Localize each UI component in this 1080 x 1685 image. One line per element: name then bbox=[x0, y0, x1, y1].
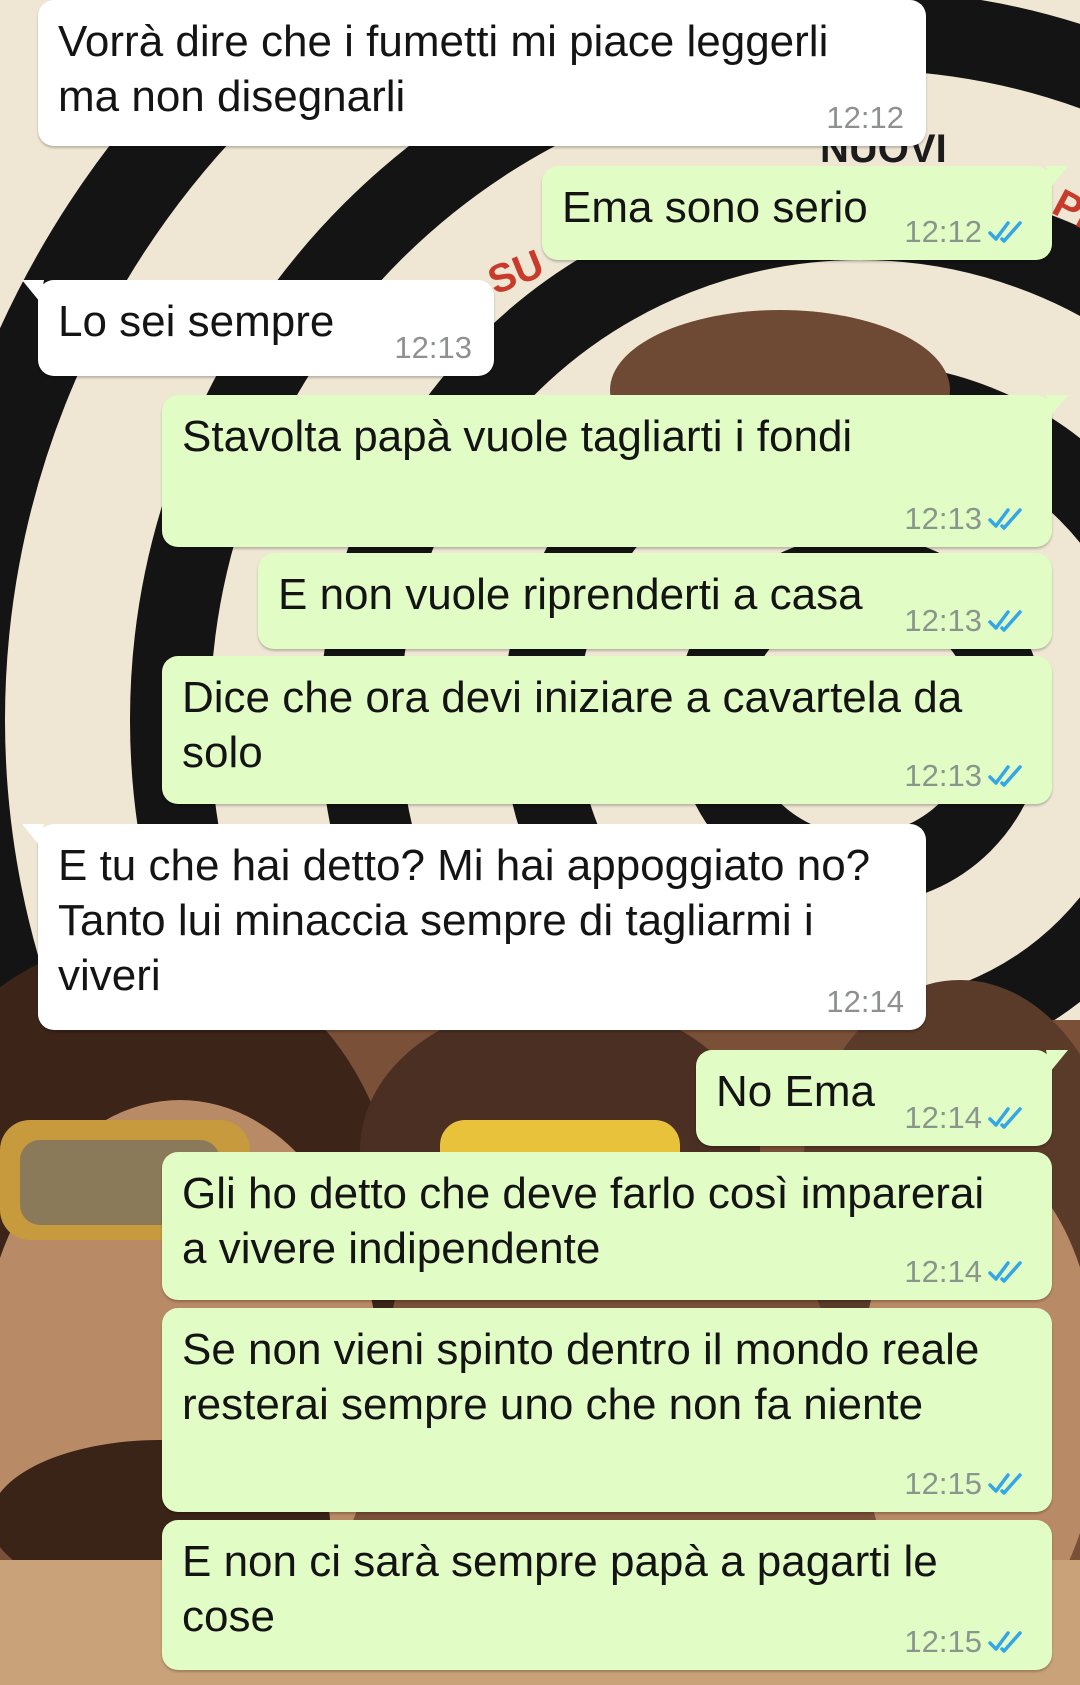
message-incoming[interactable]: E tu che hai detto? Mi hai appoggiato no… bbox=[22, 824, 926, 1030]
message-outgoing[interactable]: Se non vieni spinto dentro il mondo real… bbox=[162, 1308, 1052, 1512]
message-text-line: E tu che hai detto? Mi hai appoggiato no… bbox=[58, 841, 871, 890]
message-text-line: No Ema bbox=[716, 1067, 875, 1116]
message-text-line: Vorrà dire che i fumetti mi piace legger… bbox=[58, 17, 829, 66]
message-text-line: Ema sono serio bbox=[562, 183, 868, 232]
message-text-line: Dice che ora devi iniziare a cavartela d… bbox=[182, 673, 963, 722]
message-time: 12:15 bbox=[904, 1466, 982, 1501]
message-outgoing[interactable]: Dice che ora devi iniziare a cavartela d… bbox=[162, 656, 1052, 804]
message-time: 12:15 bbox=[904, 1624, 982, 1659]
double-check-icon bbox=[988, 610, 1022, 632]
double-check-icon bbox=[988, 508, 1022, 530]
conversation[interactable]: Vorrà dire che i fumetti mi piace legger… bbox=[0, 0, 1080, 1685]
message-text-line: cose bbox=[182, 1592, 275, 1641]
message-text-line: Gli ho detto che deve farlo così imparer… bbox=[182, 1169, 985, 1218]
message-text-line: a vivere indipendente bbox=[182, 1224, 601, 1273]
message-text-line: solo bbox=[182, 728, 263, 777]
double-check-icon bbox=[988, 765, 1022, 787]
bubble-tail bbox=[1046, 395, 1068, 417]
message-time: 12:14 bbox=[904, 1100, 982, 1135]
message-text-line: Lo sei sempre bbox=[58, 297, 335, 346]
message-time: 12:13 bbox=[904, 501, 982, 536]
double-check-icon bbox=[988, 221, 1022, 243]
message-incoming[interactable]: Vorrà dire che i fumetti mi piace legger… bbox=[38, 0, 926, 146]
message-outgoing[interactable]: No Ema 12:14 bbox=[696, 1050, 1068, 1146]
message-time: 12:13 bbox=[394, 330, 472, 365]
message-time: 12:12 bbox=[826, 100, 904, 135]
double-check-icon bbox=[988, 1261, 1022, 1283]
message-outgoing[interactable]: Ema sono serio 12:12 bbox=[542, 166, 1068, 260]
message-text-line: ma non disegnarli bbox=[58, 72, 406, 121]
double-check-icon bbox=[988, 1631, 1022, 1653]
bubble-tail bbox=[1046, 166, 1068, 188]
bubble-tail bbox=[1046, 1050, 1068, 1072]
message-text-line: E non vuole riprenderti a casa bbox=[278, 570, 863, 619]
double-check-icon bbox=[988, 1473, 1022, 1495]
double-check-icon bbox=[988, 1107, 1022, 1129]
message-time: 12:13 bbox=[904, 758, 982, 793]
bubble-tail bbox=[22, 280, 44, 302]
message-text-line: Se non vieni spinto dentro il mondo real… bbox=[182, 1325, 980, 1374]
message-outgoing[interactable]: Gli ho detto che deve farlo così imparer… bbox=[162, 1152, 1052, 1300]
message-text-line: Stavolta papà vuole tagliarti i fondi bbox=[182, 412, 853, 461]
message-time: 12:12 bbox=[904, 214, 982, 249]
message-outgoing[interactable]: E non vuole riprenderti a casa 12:13 bbox=[258, 553, 1052, 649]
message-incoming[interactable]: Lo sei sempre 12:13 bbox=[22, 280, 494, 376]
message-outgoing[interactable]: Stavolta papà vuole tagliarti i fondi 12… bbox=[162, 395, 1068, 547]
message-text-line: E non ci sarà sempre papà a pagarti le bbox=[182, 1537, 938, 1586]
bubble-tail bbox=[22, 824, 44, 846]
message-text-line: viveri bbox=[58, 951, 161, 1000]
message-time: 12:14 bbox=[826, 984, 904, 1019]
message-text-line: resterai sempre uno che non fa niente bbox=[182, 1380, 924, 1429]
message-outgoing[interactable]: E non ci sarà sempre papà a pagarti le c… bbox=[162, 1520, 1052, 1670]
message-time: 12:13 bbox=[904, 603, 982, 638]
message-text-line: Tanto lui minaccia sempre di tagliarmi i bbox=[58, 896, 814, 945]
message-time: 12:14 bbox=[904, 1254, 982, 1289]
